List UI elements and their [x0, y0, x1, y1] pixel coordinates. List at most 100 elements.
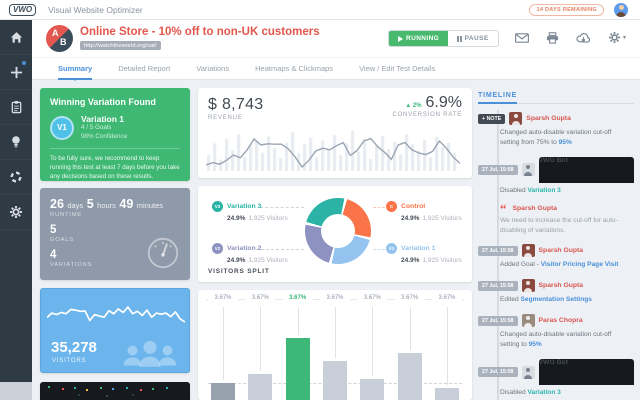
runtime-hours: 5 — [86, 197, 94, 211]
timeline-author[interactable]: VWO Bot — [538, 156, 634, 183]
timeline-entry: 27 Jul, 15:58 Sparsh Gupta Edited Segmenta… — [478, 279, 634, 305]
timeline-author[interactable]: Sparsh Gupta — [539, 247, 584, 254]
timeline-link[interactable]: Variation 3 — [528, 187, 561, 194]
timeline-link[interactable]: Variation 3 — [528, 389, 561, 396]
timeline-entry: 27 Jul, 15:58 VWO Bot Disabled Variation 3 — [478, 359, 634, 398]
timeline-text: Changed auto-disable variation cut-off s… — [500, 129, 612, 146]
conversion-rate-label: CONVERSION RATE — [392, 112, 462, 118]
visitors-split-card: V3 Variation 3 24.9% 1,925 Visitors C Contr… — [198, 186, 472, 282]
bar-connector — [447, 307, 448, 385]
bar-column: 3.67% — [282, 294, 313, 400]
donut-hole — [321, 214, 355, 248]
timeline-text: Disabled Variation 3 — [500, 186, 561, 194]
sidebar-item-home[interactable] — [0, 20, 32, 55]
vwo-dashboard: VWO Visual Website Optimizer 14 DAYS REM… — [0, 0, 640, 400]
test-title: Online Store - 10% off to non-UK custome… — [80, 26, 320, 38]
tab-variations[interactable]: Variations — [196, 57, 229, 80]
runtime-days: 26 — [50, 197, 64, 211]
timeline-badge: 27 Jul, 15:58 — [478, 367, 518, 378]
timeline-link[interactable]: Segmentation Settings — [521, 296, 592, 303]
mail-icon — [515, 32, 529, 43]
timeline-author[interactable]: Paras Chopra — [539, 317, 583, 324]
conversion-rate-value: 6.9% — [425, 94, 462, 111]
visitors-value: 35,278 — [51, 339, 97, 356]
test-url-badge[interactable]: http://watchtheworld.org/sat/ — [80, 41, 161, 50]
visitors-trend-chart — [47, 306, 185, 323]
bar-connector — [223, 307, 224, 380]
pause-button[interactable]: PAUSE — [448, 31, 497, 46]
avatar — [521, 163, 535, 177]
timeline-text: Disabled Variation 3 — [500, 389, 561, 397]
printer-icon — [546, 31, 559, 44]
bar-connector — [409, 307, 411, 350]
running-button[interactable]: RUNNING — [389, 31, 449, 46]
settings-button[interactable]: ▾ — [608, 31, 626, 44]
timeline-author[interactable]: Sparsh Gupta — [539, 282, 584, 289]
conversion-bar-chart-card: 3.67% 3.67% 3.67% 3.67% 3.67% 3.67% 3.67% — [198, 290, 472, 400]
tab-heatmaps[interactable]: Heatmaps & Clickmaps — [255, 57, 333, 80]
legend-name[interactable]: Variation 1 — [401, 245, 435, 252]
download-button[interactable] — [576, 32, 591, 43]
user-avatar[interactable] — [614, 3, 628, 17]
sidebar-item-reports[interactable] — [0, 90, 32, 125]
timeline-badge: 27 Jul, 15:58 — [478, 164, 518, 175]
mail-button[interactable] — [515, 32, 529, 43]
sidebar-item-ideas[interactable] — [0, 125, 32, 160]
legend-badge: C — [386, 201, 397, 212]
timeline-badge: + NOTE — [478, 113, 506, 124]
header-actions: ▾ — [515, 31, 626, 44]
tab-detailed-report[interactable]: Detailed Report — [118, 57, 170, 80]
legend-name[interactable]: Variation 3 — [227, 203, 261, 210]
sidebar-item-settings[interactable] — [0, 195, 32, 230]
timeline-entry: “ Sparsh Gupta We need to increase the cut… — [478, 202, 634, 236]
bar — [248, 374, 273, 400]
timeline-author[interactable]: Sparsh Gupta — [526, 115, 571, 122]
bar-value-label: 3.67% — [357, 294, 388, 302]
sidebar-item-help[interactable] — [0, 160, 32, 195]
revenue-trend-chart — [206, 130, 460, 171]
legend-name[interactable]: Variation 2 — [227, 245, 261, 252]
sidebar-footer — [0, 382, 32, 400]
visitors-card: 35,278 VISITORS — [40, 288, 190, 373]
tab-edit-test[interactable]: View / Edit Test Details — [359, 57, 435, 80]
tab-summary[interactable]: Summary — [58, 57, 93, 81]
timeline-panel: TIMELINE + NOTE Sparsh Gupta Changed auto-… — [478, 84, 634, 400]
app-title: Visual Website Optimizer — [48, 4, 143, 15]
timeline-link[interactable]: 95% — [529, 341, 542, 348]
legend-control: C Control 24.9% 1,925 Visitors — [386, 201, 486, 222]
bar — [285, 338, 310, 400]
heatmap-preview-card[interactable] — [40, 382, 190, 400]
print-button[interactable] — [546, 31, 559, 44]
timeline-author[interactable]: Sparsh Gupta — [513, 205, 558, 212]
visitors-split-title: VISITORS SPLIT — [208, 268, 270, 275]
bar-connector — [335, 307, 336, 358]
play-icon — [398, 35, 403, 42]
timeline-author[interactable]: VWO Bot — [538, 359, 634, 386]
timeline-text: Changed auto-disable variation cut-off s… — [500, 331, 612, 349]
winning-goals: 4 / 5 Goals — [81, 124, 112, 132]
bar-column: 3.67% — [432, 294, 462, 400]
lightbulb-icon — [12, 136, 20, 148]
gear-icon — [608, 31, 621, 44]
gear-icon — [10, 206, 22, 218]
status-toggle: RUNNING PAUSE — [388, 30, 499, 47]
bar — [397, 353, 422, 400]
avatar — [521, 314, 535, 328]
plus-icon — [10, 66, 22, 78]
gauge-icon — [147, 237, 179, 269]
timeline-badge: 27 Jul, 15:58 — [478, 315, 518, 326]
clipboard-icon — [11, 100, 21, 114]
test-header: AB Online Store - 10% off to non-UK cust… — [32, 20, 640, 57]
ab-test-icon: AB — [46, 25, 73, 52]
timeline-link[interactable]: 95% — [559, 139, 572, 146]
sidebar-nav — [0, 20, 32, 400]
legend-variation-3: V3 Variation 3 24.9% 1,925 Visitors — [212, 201, 312, 222]
bar-connector — [260, 307, 262, 371]
timeline-link[interactable]: Visitor Pricing Page Visit — [541, 261, 619, 268]
timeline-entry: + NOTE Sparsh Gupta Changed auto-disable v… — [478, 112, 634, 148]
vwo-logo[interactable]: VWO — [9, 3, 37, 16]
timeline-text: Edited Segmentation Settings — [500, 296, 592, 304]
days-remaining-badge[interactable]: 14 DAYS REMAINING — [529, 4, 604, 16]
sidebar-item-add-test[interactable] — [0, 55, 32, 90]
legend-name[interactable]: Control — [401, 203, 425, 210]
